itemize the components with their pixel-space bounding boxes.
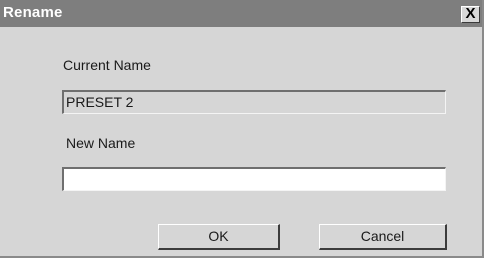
current-name-field: PRESET 2 xyxy=(62,90,446,114)
close-icon: X xyxy=(465,5,476,22)
dialog-title: Rename xyxy=(3,4,63,21)
title-bar: Rename X xyxy=(0,0,482,27)
close-button[interactable]: X xyxy=(461,6,480,23)
cancel-button[interactable]: Cancel xyxy=(319,224,447,250)
new-name-input[interactable] xyxy=(62,167,446,191)
current-name-label: Current Name xyxy=(63,57,151,73)
new-name-label: New Name xyxy=(66,135,136,151)
rename-dialog: Rename X Current Name PRESET 2 New Name … xyxy=(0,0,484,258)
ok-button[interactable]: OK xyxy=(158,224,280,250)
